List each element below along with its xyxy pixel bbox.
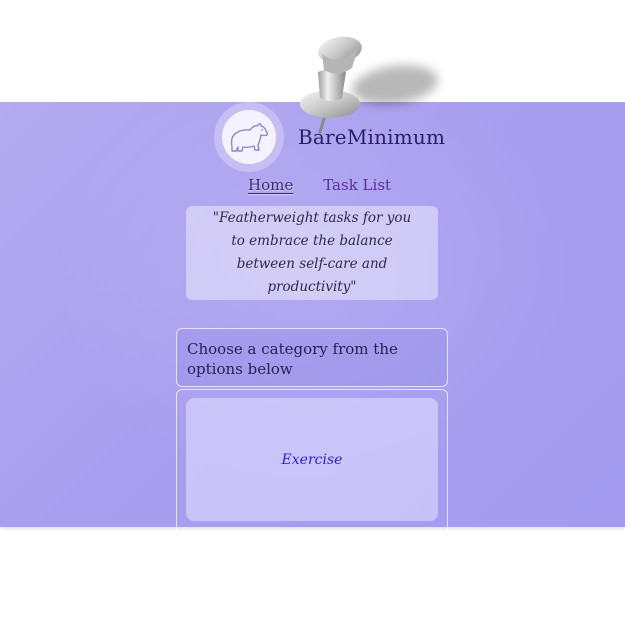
nav-task-list-link[interactable]: Task List <box>323 176 391 194</box>
category-prompt: Choose a category from the options below <box>176 328 448 387</box>
nav-home-link[interactable]: Home <box>248 176 293 194</box>
category-option-exercise[interactable]: Exercise <box>186 398 438 521</box>
quote-text: "Featherweight tasks for you to embrace … <box>212 210 412 295</box>
quote-card: "Featherweight tasks for you to embrace … <box>186 206 438 300</box>
main-nav: Home Task List <box>248 176 391 194</box>
logo[interactable] <box>222 110 276 164</box>
brand-title: BareMinimum <box>298 125 446 149</box>
category-prompt-text: Choose a category from the options below <box>187 340 398 378</box>
polar-bear-icon <box>230 123 269 152</box>
pushpin-icon <box>300 36 362 134</box>
category-option-label: Exercise <box>281 451 343 468</box>
page: BareMinimum Home Task List "Featherweigh… <box>0 0 625 625</box>
